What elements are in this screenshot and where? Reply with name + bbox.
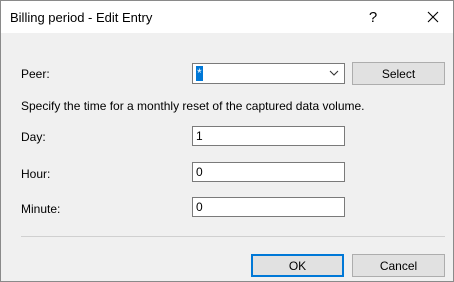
close-icon [427, 11, 439, 23]
title-bar: Billing period - Edit Entry ? [1, 1, 453, 33]
ok-button-label: OK [288, 258, 307, 273]
select-button[interactable]: Select [352, 62, 445, 85]
ok-button[interactable]: OK [251, 254, 344, 277]
chevron-down-icon [329, 70, 339, 76]
footer-separator [21, 236, 445, 237]
peer-combobox[interactable]: * [192, 63, 345, 84]
hour-label: Hour: [21, 167, 51, 181]
day-label: Day: [21, 130, 46, 144]
hour-field[interactable] [192, 162, 345, 182]
peer-value: * [196, 66, 203, 81]
cancel-button-label: Cancel [379, 258, 418, 273]
minute-label: Minute: [21, 202, 61, 216]
peer-label: Peer: [21, 67, 50, 81]
cancel-button[interactable]: Cancel [352, 254, 445, 277]
dialog-title: Billing period - Edit Entry [10, 10, 153, 25]
description-text: Specify the time for a monthly reset of … [21, 99, 365, 113]
minute-field[interactable] [192, 197, 345, 217]
help-button[interactable]: ? [357, 1, 389, 33]
close-button[interactable] [413, 1, 453, 33]
select-button-label: Select [381, 66, 416, 81]
edit-entry-dialog: Billing period - Edit Entry ? Peer: * Se… [0, 0, 454, 282]
day-field[interactable] [192, 126, 345, 146]
help-icon: ? [368, 8, 378, 26]
